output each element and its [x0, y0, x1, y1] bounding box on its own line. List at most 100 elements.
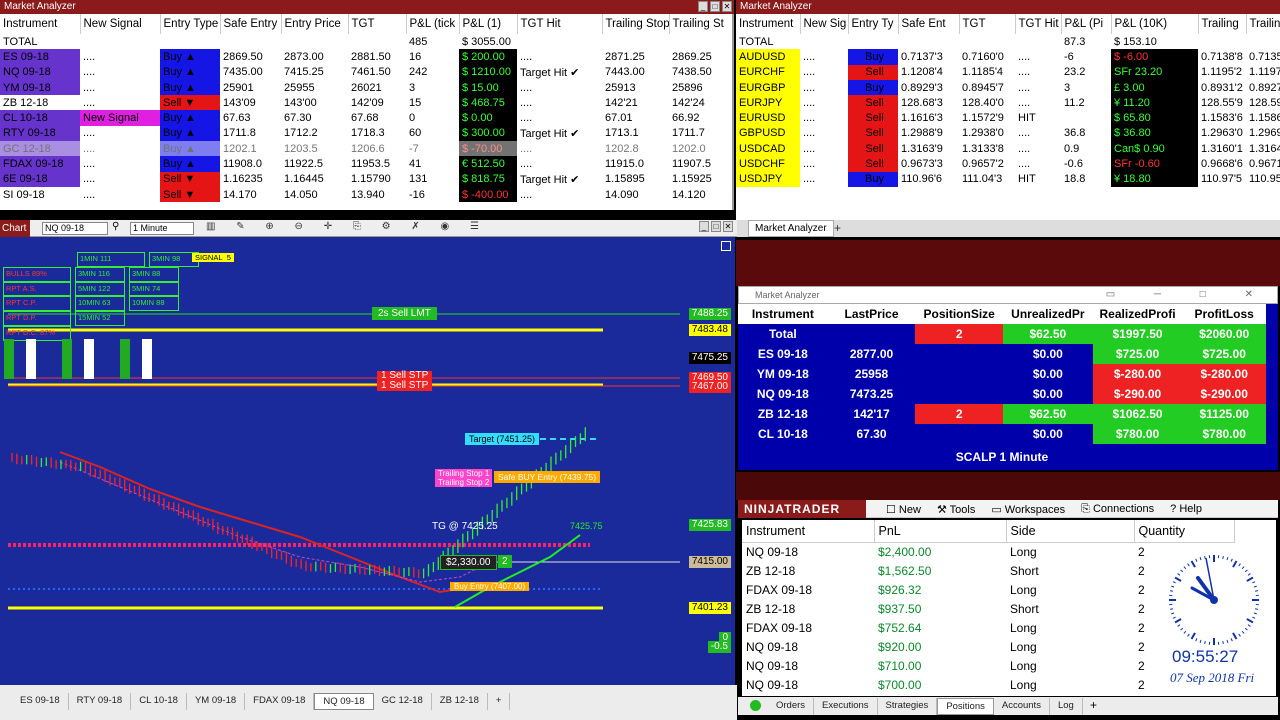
column-header[interactable]: RealizedProfi	[1092, 304, 1183, 324]
column-header[interactable]: TGT	[348, 14, 407, 34]
column-header[interactable]: Safe Ent	[898, 14, 960, 34]
instrument-cell[interactable]: EURUSD	[736, 110, 800, 126]
search-icon[interactable]: ⚲	[112, 221, 119, 232]
instrument-cell[interactable]: USDJPY	[736, 171, 800, 187]
table-row[interactable]: NQ 09-18 $920.00 Long 2	[742, 637, 1234, 656]
tab-executions[interactable]: Executions	[814, 698, 878, 715]
position-row[interactable]: ZB 12-18 142'17 2 $62.50 $1062.50 $1125.00	[738, 404, 1266, 424]
chart-tab[interactable]: ES 09-18	[12, 693, 69, 710]
column-header[interactable]: Trailing St	[669, 14, 732, 34]
table-row[interactable]: USDCAD.... Sell 1.3163'9 1.3133'8.... 0.9 Can…	[736, 141, 1280, 157]
position-row[interactable]: ES 09-18 2877.00 $0.00 $725.00 $725.00	[738, 344, 1266, 364]
table-row[interactable]: AUDUSD.... Buy 0.7137'3 0.7160'0.... -6 $ -6.…	[736, 49, 1280, 65]
column-header[interactable]: LastPrice	[827, 304, 916, 324]
ma-right-titlebar[interactable]: Market Analyzer	[736, 0, 1280, 14]
column-header[interactable]: P&L (tick	[406, 14, 460, 34]
chart-tools-icons[interactable]: ▥ ✎ ⊕ ⊖ ✛ ⎘ ⚙ ✗ ◉ ☰	[206, 221, 488, 232]
table-row[interactable]: EURJPY.... Sell 128.68'3 128.40'0.... 11.2 ¥ …	[736, 95, 1280, 111]
instrument-cell[interactable]: YM 09-18	[0, 79, 80, 96]
column-header[interactable]: PositionSize	[915, 304, 1003, 324]
table-row[interactable]: ZB 12-18 $937.50 Short 2	[742, 599, 1234, 618]
positions-titlebar[interactable]: Market Analyzer ▭ ─ □ ✕	[738, 286, 1278, 304]
table-row[interactable]: FDAX 09-18.... Buy ▲ 11908.0 11922.5 11953.5…	[0, 156, 732, 172]
column-header[interactable]: TGT Hit	[1015, 14, 1062, 34]
instrument-cell[interactable]: GBPUSD	[736, 125, 800, 142]
column-header[interactable]: Entry Type	[160, 14, 221, 34]
instrument-cell[interactable]: ZB 12-18	[0, 95, 80, 111]
instrument-select[interactable]: NQ 09-18	[42, 222, 108, 235]
window-controls[interactable]: ▭ ─ □ ✕	[1106, 289, 1271, 300]
tab-orders[interactable]: Orders	[768, 698, 815, 715]
tab-strategies[interactable]: Strategies	[878, 698, 938, 715]
instrument-cell[interactable]: USDCAD	[736, 141, 800, 157]
minimize-icon[interactable]: _	[698, 1, 708, 12]
sell-stp-order-2[interactable]: 1 Sell STP	[377, 381, 433, 391]
column-header[interactable]: Instrument	[0, 14, 81, 34]
chart-tab[interactable]: YM 09-18	[187, 693, 246, 710]
column-header[interactable]: P&L (1)	[459, 14, 518, 34]
minimize-icon[interactable]: _	[699, 221, 709, 232]
column-header[interactable]: UnrealizedPr	[1003, 304, 1093, 324]
column-header[interactable]: Quantity	[1134, 520, 1235, 543]
price-chart[interactable]: 1MIN 111 3MIN 98 BULLS 89% 3MIN 116 3MIN 88 R…	[0, 237, 735, 685]
table-row[interactable]: ZB 12-18 $1,562.50 Short 2	[742, 561, 1234, 580]
instrument-cell[interactable]: EURGBP	[736, 79, 800, 96]
maximize-icon[interactable]: □	[711, 221, 721, 232]
table-row[interactable]: ES 09-18.... Buy ▲ 2869.50 2873.00 2881.50 16…	[0, 49, 732, 65]
instrument-cell[interactable]: EURJPY	[736, 95, 800, 111]
table-row[interactable]: GBPUSD.... Sell 1.2988'9 1.2938'0.... 36.8 $ …	[736, 125, 1280, 142]
chart-tab[interactable]: FDAX 09-18	[245, 693, 315, 710]
column-header[interactable]: P&L (10K)	[1111, 14, 1199, 34]
add-tab-icon[interactable]: +	[834, 221, 841, 235]
maximize-icon[interactable]: □	[710, 1, 720, 12]
position-pnl[interactable]: $2,330.00	[440, 555, 497, 570]
instrument-cell[interactable]: EURCHF	[736, 64, 800, 80]
column-header[interactable]: Instrument	[738, 304, 828, 324]
interval-select[interactable]: 1 Minute	[130, 222, 194, 235]
table-row[interactable]: YM 09-18.... Buy ▲ 25901 25955 26021 3 $ 15.00…	[0, 79, 732, 96]
tab-log[interactable]: Log	[1050, 698, 1083, 715]
column-header[interactable]: Entry Ty	[848, 14, 899, 34]
tab-accounts[interactable]: Accounts	[994, 698, 1050, 715]
chart-tab[interactable]: RTY 09-18	[69, 693, 132, 710]
menu-item-tools[interactable]: ⚒ Tools	[937, 503, 975, 516]
table-row[interactable]: USDCHF.... Sell 0.9673'3 0.9657'2.... -0.6 SF…	[736, 156, 1280, 172]
table-row[interactable]: 6E 09-18.... Sell ▼ 1.16235 1.16445 1.15790 1…	[0, 171, 732, 187]
column-header[interactable]: Trailing	[1198, 14, 1247, 34]
column-header[interactable]: Trailing	[1246, 14, 1280, 34]
table-row[interactable]: USDJPY.... Buy 110.96'6 111.04'3 HIT 18.8 ¥ 18…	[736, 171, 1280, 187]
column-header[interactable]: TGT	[959, 14, 1016, 34]
instrument-cell[interactable]: ES 09-18	[0, 49, 80, 65]
column-header[interactable]: PnL	[874, 520, 1007, 543]
chart-tab[interactable]: NQ 09-18	[314, 693, 374, 710]
table-row[interactable]: GC 12-18.... Buy ▲ 1202.1 1203.5 1206.6 -7 $ -…	[0, 141, 732, 157]
column-header[interactable]: Trailing Stop	[602, 14, 670, 34]
table-row[interactable]: NQ 09-18 $710.00 Long 2	[742, 656, 1234, 675]
instrument-cell[interactable]: NQ 09-18	[0, 64, 80, 80]
menu-item-new[interactable]: ☐ New	[886, 503, 921, 516]
table-row[interactable]: FDAX 09-18 $752.64 Long 2	[742, 618, 1234, 637]
close-icon[interactable]: ✕	[722, 1, 732, 12]
instrument-cell[interactable]: SI 09-18	[0, 186, 80, 203]
column-header[interactable]: Entry Price	[281, 14, 349, 34]
menu-item-workspaces[interactable]: ▭ Workspaces	[991, 503, 1065, 516]
table-row[interactable]: EURCHF.... Sell 1.1208'4 1.1185'4.... 23.2 SF…	[736, 64, 1280, 80]
column-header[interactable]: Safe Entry	[220, 14, 282, 34]
instrument-cell[interactable]: USDCHF	[736, 156, 800, 172]
add-tab-icon[interactable]: +	[1090, 698, 1097, 712]
table-row[interactable]: EURGBP.... Buy 0.8929'3 0.8945'7.... 3 £ 3.00…	[736, 79, 1280, 96]
instrument-cell[interactable]: FDAX 09-18	[0, 156, 80, 172]
table-row[interactable]: NQ 09-18 $700.00 Long 2	[742, 675, 1234, 694]
table-row[interactable]: ZB 12-18.... Sell ▼ 143'09 143'00 142'09 15 $ …	[0, 95, 732, 111]
position-row[interactable]: NQ 09-18 7473.25 $0.00 $-290.00 $-290.00	[738, 384, 1266, 404]
add-tab-icon[interactable]: +	[488, 693, 511, 710]
column-header[interactable]: New Signal	[80, 14, 161, 34]
ma-left-titlebar[interactable]: Market Analyzer _ □ ✕	[0, 0, 734, 14]
menu-item-connections[interactable]: ⎘ Connections	[1081, 503, 1154, 516]
column-header[interactable]: TGT Hit	[517, 14, 603, 34]
sell-lmt-order[interactable]: 2s Sell LMT	[372, 307, 437, 320]
column-header[interactable]: Instrument	[736, 14, 801, 34]
table-row[interactable]: RTY 09-18.... Buy ▲ 1711.8 1712.2 1718.3 60 $ …	[0, 125, 732, 142]
tab-market-analyzer[interactable]: Market Analyzer	[748, 220, 834, 237]
column-header[interactable]: New Sig	[800, 14, 849, 34]
